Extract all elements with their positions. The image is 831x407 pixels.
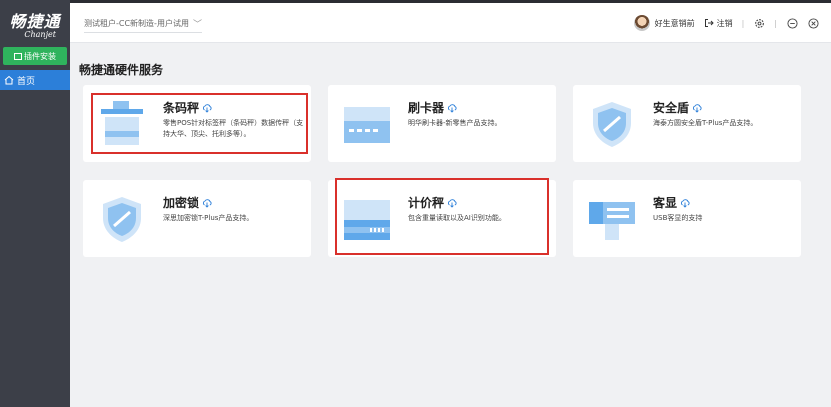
- card-barcode-scale[interactable]: 条码秤 零售POS针对标签秤（条码秤）数据传秤（支持大华、顶尖、托利多等）。: [83, 85, 311, 162]
- pricing-scale-illustration: [344, 200, 390, 240]
- card-description: 包含重量读取以及AI识别功能。: [408, 214, 506, 222]
- card-description: 海泰方圆安全盾T-Plus产品支持。: [653, 119, 758, 127]
- divider: |: [774, 18, 777, 28]
- card-title: 计价秤: [408, 194, 457, 211]
- user-name: 好生意销前: [654, 18, 695, 28]
- cloud-download-icon[interactable]: [692, 103, 702, 113]
- user-menu[interactable]: 好生意销前: [633, 15, 695, 31]
- logout-icon: [704, 19, 714, 27]
- card-title-text: 安全盾: [653, 101, 690, 115]
- card-title-text: 计价秤: [408, 196, 445, 210]
- minimize-icon[interactable]: [786, 17, 798, 29]
- avatar: [633, 15, 650, 31]
- card-reader-illustration: [344, 107, 390, 143]
- chevron-down-icon: ﹀: [192, 20, 202, 30]
- tenant-selector[interactable]: 测试租户-CC新制造-用户试用 ﹀: [84, 17, 202, 33]
- app-logo: 畅捷通 Chanjet: [0, 8, 70, 39]
- card-title-text: 条码秤: [163, 101, 200, 115]
- customer-display-illustration: [589, 202, 635, 240]
- card-title-text: 加密锁: [163, 196, 200, 210]
- logout-button[interactable]: 注销: [704, 18, 733, 29]
- cloud-download-icon[interactable]: [680, 198, 690, 208]
- card-title: 安全盾: [653, 99, 702, 116]
- plugin-icon: [14, 52, 22, 60]
- card-pricing-scale[interactable]: 计价秤 包含重量读取以及AI识别功能。: [328, 180, 556, 257]
- logo-text-cn: 畅捷通: [9, 12, 61, 31]
- shield-illustration: [593, 102, 631, 147]
- card-title-text: 刷卡器: [408, 101, 445, 115]
- sidebar-item-home[interactable]: 首页: [0, 70, 70, 90]
- cloud-download-icon[interactable]: [202, 198, 212, 208]
- card-title: 客显: [653, 194, 690, 211]
- plugin-install-label: 插件安装: [24, 51, 56, 61]
- card-card-reader[interactable]: 刷卡器 明华刷卡器-新零售产品支持。: [328, 85, 556, 162]
- sidebar: 畅捷通 Chanjet 插件安装 首页: [0, 0, 70, 407]
- sidebar-item-label: 首页: [17, 76, 36, 87]
- logout-label: 注销: [716, 18, 733, 28]
- home-icon: [4, 75, 14, 85]
- card-security-shield[interactable]: 安全盾 海泰方圆安全盾T-Plus产品支持。: [573, 85, 801, 162]
- top-header: 测试租户-CC新制造-用户试用 ﹀ 好生意销前 注销 | |: [70, 3, 831, 43]
- card-description: 明华刷卡器-新零售产品支持。: [408, 119, 502, 127]
- main-content: 畅捷通硬件服务 条码秤 零售POS针对标签秤（条码秤）数据传秤（支持大华、顶尖、…: [70, 44, 831, 407]
- card-title-text: 客显: [653, 196, 678, 210]
- divider: |: [741, 18, 745, 28]
- section-title: 畅捷通硬件服务: [79, 63, 164, 77]
- header-actions: 好生意销前 注销 | |: [633, 13, 819, 33]
- card-customer-display[interactable]: 客显 USB客显的支持: [573, 180, 801, 257]
- lock-shield-illustration: [103, 197, 141, 242]
- gear-icon[interactable]: [753, 17, 765, 29]
- card-title: 条码秤: [163, 99, 212, 116]
- cloud-download-icon[interactable]: [447, 198, 457, 208]
- card-description: 深思加密锁T-Plus产品支持。: [163, 214, 254, 222]
- cloud-download-icon[interactable]: [447, 103, 457, 113]
- card-title: 刷卡器: [408, 99, 457, 116]
- cloud-download-icon[interactable]: [202, 103, 212, 113]
- tenant-label: 测试租户-CC新制造-用户试用: [84, 19, 189, 28]
- close-icon[interactable]: [807, 17, 819, 29]
- card-encryption-lock[interactable]: 加密锁 深思加密锁T-Plus产品支持。: [83, 180, 311, 257]
- plugin-install-button[interactable]: 插件安装: [3, 47, 67, 65]
- barcode-scale-illustration: [101, 101, 143, 145]
- card-description: 零售POS针对标签秤（条码秤）数据传秤（支持大华、顶尖、托利多等）。: [163, 119, 304, 138]
- card-description: USB客显的支持: [653, 214, 703, 222]
- card-title: 加密锁: [163, 194, 212, 211]
